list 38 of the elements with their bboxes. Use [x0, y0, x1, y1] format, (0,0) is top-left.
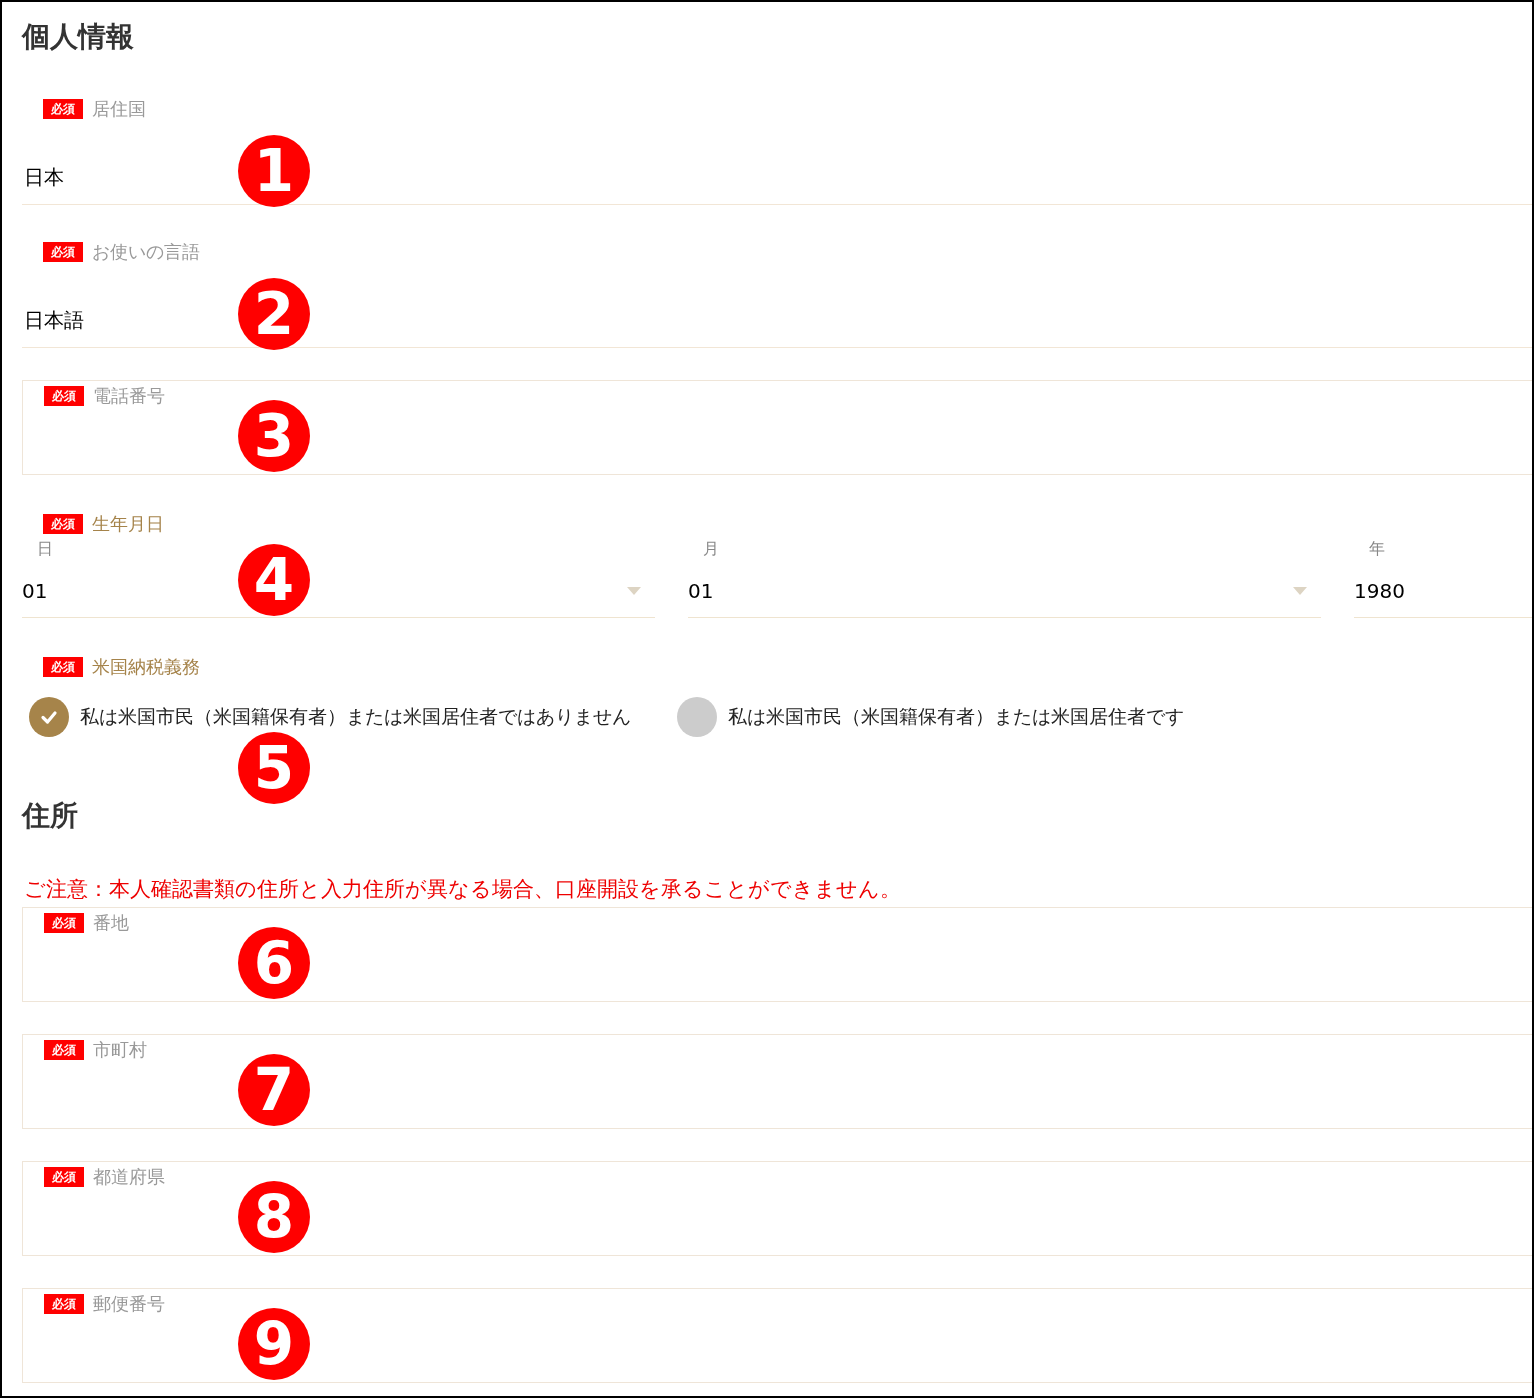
field-label: 電話番号: [93, 386, 165, 406]
required-badge: 必須: [43, 99, 83, 119]
caret-down-icon: [1293, 587, 1307, 595]
number-marker: 5: [238, 732, 310, 804]
date-part-label: 月: [702, 539, 720, 559]
required-badge: 必須: [44, 1167, 84, 1187]
radio-option[interactable]: 私は米国市民（米国籍保有者）または米国居住者です: [677, 697, 1184, 737]
required-badge: 必須: [44, 913, 84, 933]
date-part-label: 日: [36, 539, 54, 559]
field-label: 都道府県: [93, 1167, 165, 1187]
number-marker: 3: [238, 400, 310, 472]
select-field[interactable]: 01: [688, 565, 1321, 618]
number-marker: 6: [238, 927, 310, 999]
required-badge: 必須: [44, 1294, 84, 1314]
field-label: 郵便番号: [93, 1294, 165, 1314]
required-badge: 必須: [44, 1040, 84, 1060]
required-badge: 必須: [43, 514, 83, 534]
number-marker: 4: [238, 544, 310, 616]
number-marker: 8: [238, 1181, 310, 1253]
number-marker: 2: [238, 278, 310, 350]
number-marker: 1: [238, 135, 310, 207]
required-badge: 必須: [43, 242, 83, 262]
required-badge: 必須: [44, 386, 84, 406]
section-heading: 住所: [22, 798, 79, 834]
field-label: 米国納税義務: [92, 657, 200, 677]
number-marker: 7: [238, 1054, 310, 1126]
required-badge: 必須: [43, 657, 83, 677]
field-label: 番地: [93, 913, 129, 933]
field-label: 生年月日: [92, 514, 164, 534]
field-label: お使いの言語: [92, 242, 200, 262]
date-part-label: 年: [1368, 539, 1386, 559]
number-marker: 9: [238, 1308, 310, 1380]
caret-down-icon: [627, 587, 641, 595]
input-field[interactable]: 1980: [1354, 565, 1532, 618]
notice-text: ご注意：本人確認書類の住所と入力住所が異なる場合、口座開設を承ることができません。: [23, 876, 902, 902]
field-label: 居住国: [92, 99, 146, 119]
field-label: 市町村: [93, 1040, 147, 1060]
section-heading: 個人情報: [22, 19, 135, 55]
